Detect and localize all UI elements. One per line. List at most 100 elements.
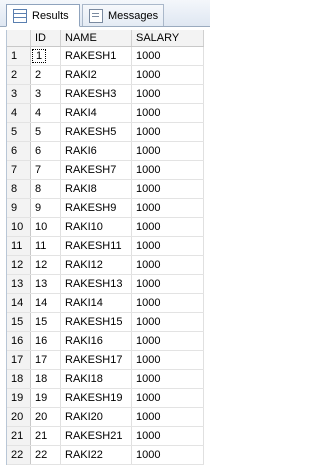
table-row[interactable]: 2 2 RAKI2 1000 — [7, 66, 204, 85]
column-header-salary[interactable]: SALARY — [132, 30, 204, 46]
id-cell[interactable]: 19 — [31, 389, 61, 407]
salary-cell[interactable]: 1000 — [132, 313, 204, 331]
salary-cell[interactable]: 1000 — [132, 199, 204, 217]
id-cell[interactable]: 2 — [31, 66, 61, 84]
row-number-cell[interactable]: 21 — [7, 427, 31, 445]
salary-cell[interactable]: 1000 — [132, 256, 204, 274]
name-cell[interactable]: RAKI4 — [61, 104, 132, 122]
row-number-cell[interactable]: 12 — [7, 256, 31, 274]
name-cell[interactable]: RAKI14 — [61, 294, 132, 312]
salary-cell[interactable]: 1000 — [132, 85, 204, 103]
id-cell[interactable]: 4 — [31, 104, 61, 122]
table-row[interactable]: 21 21 RAKESH21 1000 — [7, 427, 204, 446]
row-number-cell[interactable]: 5 — [7, 123, 31, 141]
name-cell[interactable]: RAKI10 — [61, 218, 132, 236]
salary-cell[interactable]: 1000 — [132, 180, 204, 198]
name-cell[interactable]: RAKESH21 — [61, 427, 132, 445]
name-cell[interactable]: RAKI20 — [61, 408, 132, 426]
row-number-cell[interactable]: 17 — [7, 351, 31, 369]
row-number-cell[interactable]: 15 — [7, 313, 31, 331]
id-cell[interactable]: 21 — [31, 427, 61, 445]
id-cell[interactable]: 12 — [31, 256, 61, 274]
name-cell[interactable]: RAKI8 — [61, 180, 132, 198]
table-row[interactable]: 11 11 RAKESH11 1000 — [7, 237, 204, 256]
id-cell[interactable]: 13 — [31, 275, 61, 293]
table-row[interactable]: 7 7 RAKESH7 1000 — [7, 161, 204, 180]
salary-cell[interactable]: 1000 — [132, 142, 204, 160]
row-number-cell[interactable]: 11 — [7, 237, 31, 255]
id-cell[interactable]: 7 — [31, 161, 61, 179]
name-cell[interactable]: RAKI18 — [61, 370, 132, 388]
salary-cell[interactable]: 1000 — [132, 218, 204, 236]
table-row[interactable]: 6 6 RAKI6 1000 — [7, 142, 204, 161]
column-header-name[interactable]: NAME — [61, 30, 132, 46]
id-cell[interactable]: 16 — [31, 332, 61, 350]
salary-cell[interactable]: 1000 — [132, 370, 204, 388]
table-row[interactable]: 1 1 RAKESH1 1000 — [7, 47, 204, 66]
name-cell[interactable]: RAKESH3 — [61, 85, 132, 103]
id-cell[interactable]: 20 — [31, 408, 61, 426]
id-cell[interactable]: 5 — [31, 123, 61, 141]
salary-cell[interactable]: 1000 — [132, 123, 204, 141]
id-cell[interactable]: 22 — [31, 446, 61, 464]
salary-cell[interactable]: 1000 — [132, 47, 204, 65]
row-number-cell[interactable]: 1 — [7, 47, 31, 65]
row-number-cell[interactable]: 14 — [7, 294, 31, 312]
name-cell[interactable]: RAKESH15 — [61, 313, 132, 331]
id-cell[interactable]: 8 — [31, 180, 61, 198]
results-grid[interactable]: ID NAME SALARY 1 1 RAKESH1 1000 2 2 RAKI2 1000 3… — [6, 30, 204, 465]
salary-cell[interactable]: 1000 — [132, 237, 204, 255]
id-cell[interactable]: 15 — [31, 313, 61, 331]
row-number-cell[interactable]: 18 — [7, 370, 31, 388]
column-header-id[interactable]: ID — [31, 30, 61, 46]
salary-cell[interactable]: 1000 — [132, 104, 204, 122]
name-cell[interactable]: RAKESH19 — [61, 389, 132, 407]
name-cell[interactable]: RAKESH7 — [61, 161, 132, 179]
row-number-cell[interactable]: 13 — [7, 275, 31, 293]
name-cell[interactable]: RAKESH5 — [61, 123, 132, 141]
name-cell[interactable]: RAKI22 — [61, 446, 132, 464]
salary-cell[interactable]: 1000 — [132, 275, 204, 293]
salary-cell[interactable]: 1000 — [132, 161, 204, 179]
name-cell[interactable]: RAKI16 — [61, 332, 132, 350]
id-cell[interactable]: 14 — [31, 294, 61, 312]
row-number-cell[interactable]: 19 — [7, 389, 31, 407]
name-cell[interactable]: RAKESH11 — [61, 237, 132, 255]
id-cell[interactable]: 9 — [31, 199, 61, 217]
name-cell[interactable]: RAKESH9 — [61, 199, 132, 217]
table-row[interactable]: 12 12 RAKI12 1000 — [7, 256, 204, 275]
table-row[interactable]: 4 4 RAKI4 1000 — [7, 104, 204, 123]
table-row[interactable]: 14 14 RAKI14 1000 — [7, 294, 204, 313]
table-row[interactable]: 5 5 RAKESH5 1000 — [7, 123, 204, 142]
name-cell[interactable]: RAKI6 — [61, 142, 132, 160]
table-row[interactable]: 22 22 RAKI22 1000 — [7, 446, 204, 465]
table-row[interactable]: 19 19 RAKESH19 1000 — [7, 389, 204, 408]
row-number-cell[interactable]: 6 — [7, 142, 31, 160]
id-cell[interactable]: 17 — [31, 351, 61, 369]
id-cell[interactable]: 10 — [31, 218, 61, 236]
table-row[interactable]: 18 18 RAKI18 1000 — [7, 370, 204, 389]
salary-cell[interactable]: 1000 — [132, 389, 204, 407]
table-row[interactable]: 16 16 RAKI16 1000 — [7, 332, 204, 351]
salary-cell[interactable]: 1000 — [132, 294, 204, 312]
tab-results[interactable]: Results — [6, 4, 80, 27]
salary-cell[interactable]: 1000 — [132, 332, 204, 350]
salary-cell[interactable]: 1000 — [132, 446, 204, 464]
name-cell[interactable]: RAKESH13 — [61, 275, 132, 293]
row-number-cell[interactable]: 7 — [7, 161, 31, 179]
row-number-cell[interactable]: 4 — [7, 104, 31, 122]
id-cell[interactable]: 3 — [31, 85, 61, 103]
table-row[interactable]: 13 13 RAKESH13 1000 — [7, 275, 204, 294]
name-cell[interactable]: RAKI12 — [61, 256, 132, 274]
id-cell[interactable]: 18 — [31, 370, 61, 388]
table-row[interactable]: 20 20 RAKI20 1000 — [7, 408, 204, 427]
row-number-cell[interactable]: 8 — [7, 180, 31, 198]
name-cell[interactable]: RAKESH1 — [61, 47, 132, 65]
row-number-cell[interactable]: 20 — [7, 408, 31, 426]
row-number-cell[interactable]: 9 — [7, 199, 31, 217]
table-row[interactable]: 3 3 RAKESH3 1000 — [7, 85, 204, 104]
row-number-cell[interactable]: 22 — [7, 446, 31, 464]
id-cell[interactable]: 11 — [31, 237, 61, 255]
table-row[interactable]: 17 17 RAKESH17 1000 — [7, 351, 204, 370]
corner-header[interactable] — [7, 30, 31, 46]
